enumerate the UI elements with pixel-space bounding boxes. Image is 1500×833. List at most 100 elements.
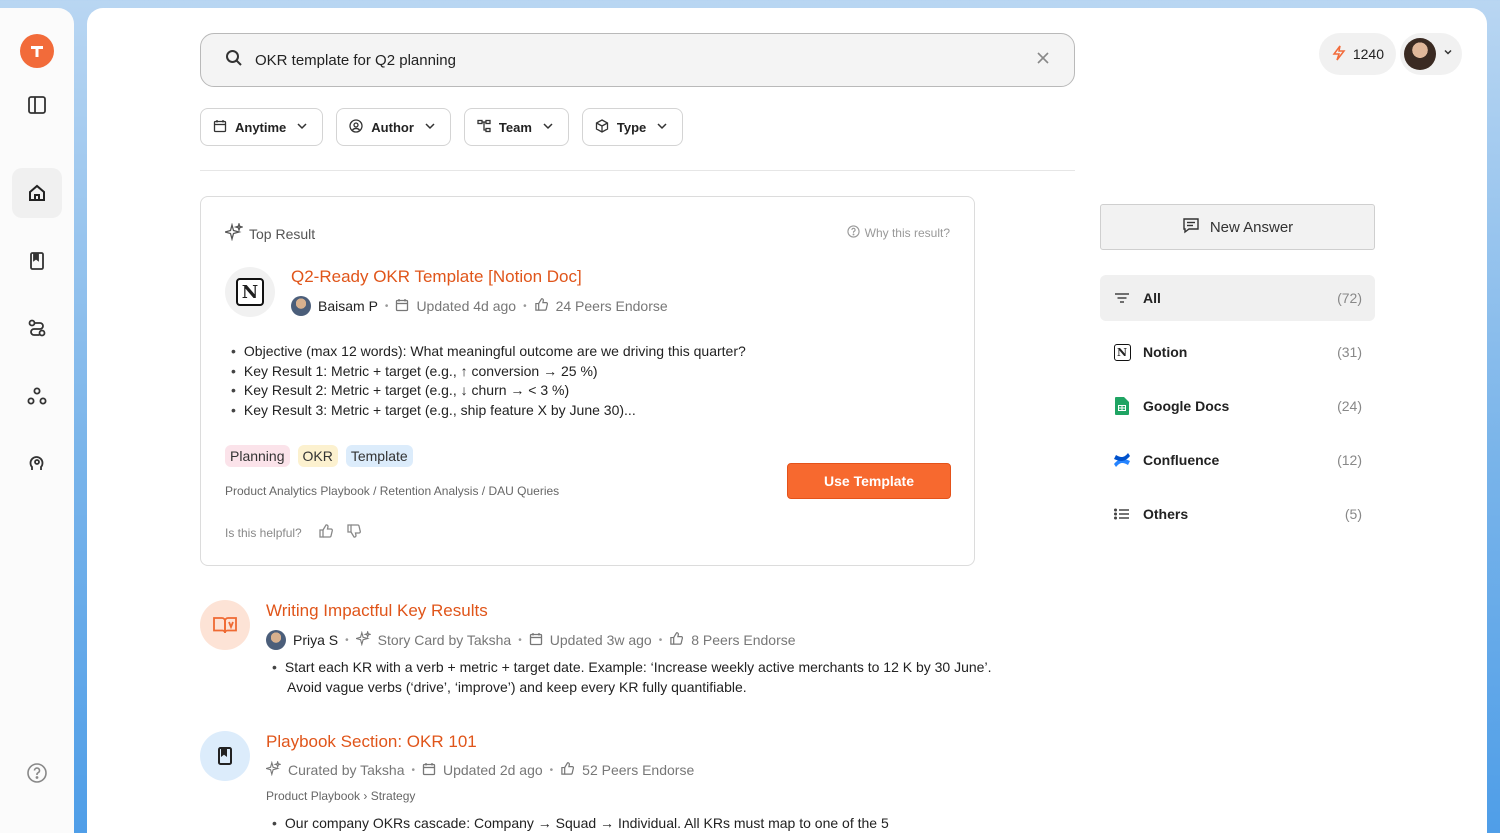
tag-okr[interactable]: OKR bbox=[297, 445, 338, 467]
breadcrumb[interactable]: Product Analytics Playbook / Retention A… bbox=[225, 484, 559, 498]
filter-type[interactable]: Type bbox=[581, 108, 684, 146]
separator-dot: • bbox=[549, 764, 554, 776]
updated-text: Updated 2d ago bbox=[443, 762, 543, 778]
author-name[interactable]: Baisam P bbox=[318, 298, 378, 314]
source-label: All bbox=[1143, 290, 1161, 306]
home-icon[interactable] bbox=[12, 168, 62, 218]
cube-icon bbox=[595, 118, 609, 136]
new-answer-button[interactable]: New Answer bbox=[1100, 204, 1375, 250]
calendar-icon bbox=[529, 632, 543, 649]
confluence-icon bbox=[1113, 451, 1131, 469]
endorse-text: 52 Peers Endorse bbox=[582, 762, 695, 778]
helpful-label: Is this helpful? bbox=[225, 525, 302, 540]
separator-dot: • bbox=[658, 634, 663, 646]
source-label: Confluence bbox=[1143, 452, 1220, 468]
top-result-bullets: Objective (max 12 words): What meaningfu… bbox=[231, 342, 746, 420]
breadcrumb[interactable]: Product Playbook › Strategy bbox=[266, 789, 415, 803]
route-icon[interactable] bbox=[12, 303, 62, 353]
top-result-title[interactable]: Q2-Ready OKR Template [Notion Doc] bbox=[291, 267, 582, 287]
bullet-item: Key Result 1: Metric + target (e.g., ↑ c… bbox=[231, 362, 746, 382]
updated-text: Updated 4d ago bbox=[416, 298, 517, 314]
author-name[interactable]: Priya S bbox=[293, 632, 338, 648]
brain-icon[interactable] bbox=[12, 438, 62, 488]
result-meta: Curated by Taksha • Updated 2d ago • 52 … bbox=[263, 759, 695, 779]
filter-label: Anytime bbox=[235, 119, 287, 135]
filter-bar: Anytime Author Team Type bbox=[200, 108, 684, 146]
separator-dot: • bbox=[411, 764, 415, 776]
top-result-label: Top Result bbox=[222, 221, 316, 244]
avatar bbox=[1404, 38, 1436, 70]
source-count: (5) bbox=[1344, 506, 1362, 522]
left-sidebar bbox=[0, 8, 74, 833]
bullet-item: Key Result 3: Metric + target (e.g., shi… bbox=[231, 401, 746, 421]
notion-icon: N bbox=[1113, 343, 1131, 361]
author-avatar bbox=[266, 630, 286, 650]
top-result-text: Top Result bbox=[249, 225, 316, 242]
divider bbox=[200, 170, 1075, 171]
endorse-text: 8 Peers Endorse bbox=[691, 632, 796, 648]
filter-author[interactable]: Author bbox=[336, 108, 451, 146]
result-snippet: Our company OKRs cascade: Company → Squa… bbox=[272, 814, 992, 833]
search-bar[interactable]: OKR template for Q2 planning bbox=[200, 33, 1075, 87]
tag-planning[interactable]: Planning bbox=[225, 445, 290, 467]
source-all[interactable]: All (72) bbox=[1100, 275, 1375, 321]
points-badge[interactable]: 1240 bbox=[1318, 33, 1396, 75]
source-notion[interactable]: N Notion (31) bbox=[1100, 329, 1375, 375]
filter-label: Type bbox=[616, 119, 647, 135]
bookmark-icon bbox=[200, 731, 250, 781]
book-open-icon bbox=[200, 600, 250, 650]
result-title[interactable]: Writing Impactful Key Results bbox=[266, 601, 488, 621]
chevron-down-icon bbox=[1442, 45, 1454, 63]
source-filter-list: All (72) N Notion (31) Google Docs (24) … bbox=[1100, 275, 1375, 545]
thumbs-up-icon[interactable] bbox=[318, 523, 334, 542]
app-logo[interactable] bbox=[20, 34, 54, 68]
chevron-down-icon bbox=[540, 118, 556, 137]
top-result-meta: Baisam P • Updated 4d ago • 24 Peers End… bbox=[291, 296, 668, 316]
filter-anytime[interactable]: Anytime bbox=[200, 108, 324, 146]
calendar-icon bbox=[395, 298, 409, 315]
search-icon bbox=[225, 49, 243, 72]
source-count: (31) bbox=[1337, 344, 1362, 360]
search-input[interactable]: OKR template for Q2 planning bbox=[255, 52, 1036, 69]
thumbs-down-icon[interactable] bbox=[346, 523, 362, 542]
calendar-icon bbox=[213, 119, 227, 136]
source-label: Notion bbox=[1143, 344, 1188, 360]
separator-dot: • bbox=[345, 634, 349, 646]
nodes-icon[interactable] bbox=[12, 371, 62, 421]
help-circle-icon bbox=[847, 225, 860, 241]
use-template-button[interactable]: Use Template bbox=[787, 463, 951, 499]
result-snippet: Start each KR with a verb + metric + tar… bbox=[272, 658, 992, 697]
result-meta: Priya S • Story Card by Taksha • Updated… bbox=[266, 629, 796, 650]
list-icon bbox=[1113, 505, 1131, 523]
user-circle-icon bbox=[349, 118, 363, 136]
why-this-result-link[interactable]: Why this result? bbox=[847, 225, 950, 241]
updated-text: Updated 3w ago bbox=[549, 632, 652, 648]
sparkle-icon bbox=[353, 629, 372, 649]
source-confluence[interactable]: Confluence (12) bbox=[1100, 437, 1375, 483]
feedback-row: Is this helpful? bbox=[225, 523, 362, 542]
help-icon[interactable] bbox=[12, 748, 62, 798]
tag-template[interactable]: Template bbox=[345, 445, 413, 467]
filter-label: Team bbox=[498, 119, 532, 135]
top-result-card: Top Result Why this result? N Q2-Ready O… bbox=[200, 196, 975, 566]
source-others[interactable]: Others (5) bbox=[1100, 491, 1375, 537]
source-count: (12) bbox=[1337, 452, 1362, 468]
user-menu[interactable] bbox=[1400, 33, 1462, 75]
bullet-item: Objective (max 12 words): What meaningfu… bbox=[231, 342, 746, 362]
endorse-text: 24 Peers Endorse bbox=[555, 298, 668, 314]
bookmark-icon[interactable] bbox=[12, 236, 62, 286]
source-google-docs[interactable]: Google Docs (24) bbox=[1100, 383, 1375, 429]
source-text: Curated by Taksha bbox=[288, 762, 405, 778]
separator-dot: • bbox=[384, 300, 389, 312]
tag-list: Planning OKR Template bbox=[225, 445, 413, 467]
chevron-down-icon bbox=[294, 118, 310, 137]
chevron-down-icon bbox=[654, 118, 670, 137]
source-count: (24) bbox=[1337, 398, 1362, 414]
thumbs-up-icon bbox=[669, 631, 684, 649]
toggle-sidebar-icon[interactable] bbox=[12, 80, 62, 130]
clear-search-icon[interactable] bbox=[1036, 51, 1050, 70]
filter-team[interactable]: Team bbox=[463, 108, 569, 146]
chevron-down-icon bbox=[422, 118, 438, 137]
source-label: Google Docs bbox=[1143, 398, 1230, 414]
result-title[interactable]: Playbook Section: OKR 101 bbox=[266, 732, 477, 752]
